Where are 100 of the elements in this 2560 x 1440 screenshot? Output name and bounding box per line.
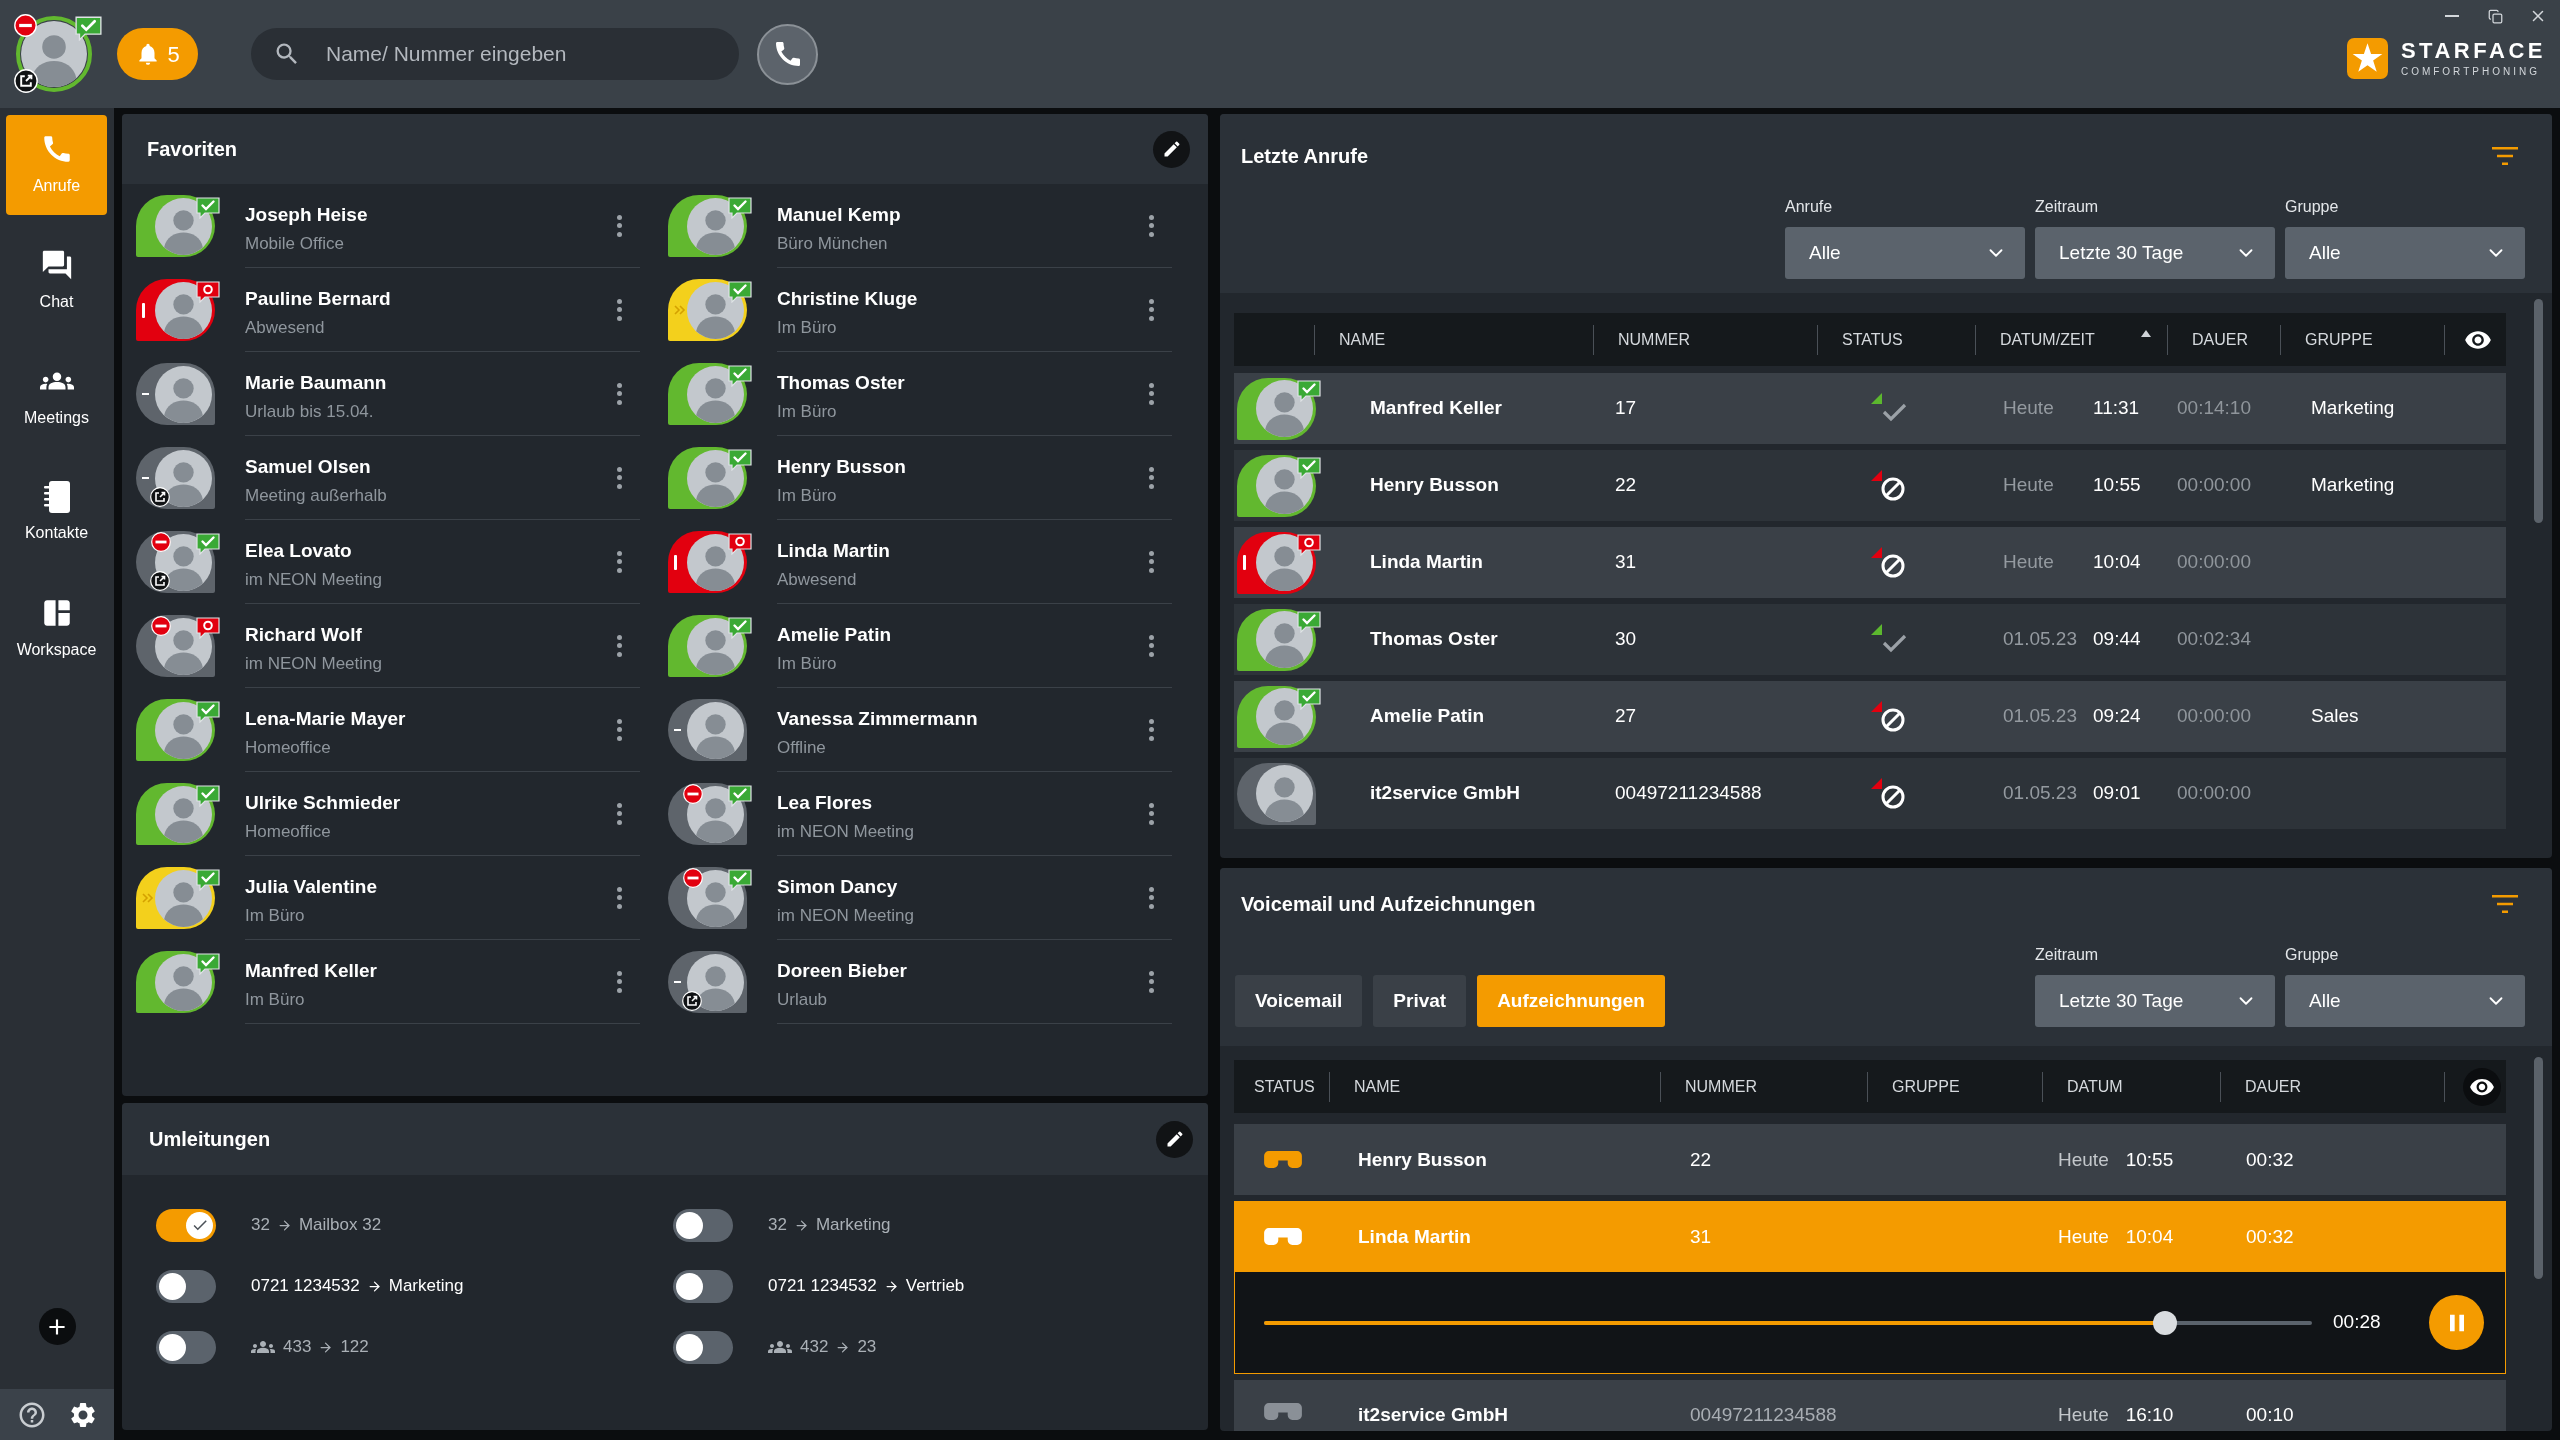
phone-number: 22: [1690, 1147, 1712, 1172]
arrow-right-icon: [835, 1339, 851, 1355]
filter-dropdown[interactable]: Letzte 30 Tage: [2035, 975, 2275, 1027]
vertical-dots-icon: [616, 214, 622, 237]
view-options-button[interactable]: [2463, 1067, 2501, 1106]
call-duration: 00:00:00: [2177, 781, 2251, 806]
contact-status: im NEON Meeting: [777, 821, 914, 843]
contact-name: Vanessa Zimmermann: [777, 707, 978, 731]
vertical-dots-icon: [616, 298, 622, 321]
forward-target: Vertrieb: [905, 1275, 965, 1298]
column-header[interactable]: NUMMER: [1685, 1074, 1757, 1099]
sidebar-item[interactable]: Chat: [6, 231, 107, 331]
column-header[interactable]: DAUER: [2192, 327, 2248, 352]
column-header[interactable]: GRUPPE: [1892, 1074, 1960, 1099]
contact-status: Im Büro: [777, 317, 837, 339]
pause-button[interactable]: [2429, 1295, 2484, 1350]
filter-button[interactable]: [2492, 895, 2518, 913]
dash-mark-icon: [674, 981, 681, 983]
forward-source: 0721 1234532: [251, 1275, 360, 1298]
scrollbar-thumb[interactable]: [2534, 1057, 2543, 1279]
sidebar-item[interactable]: Workspace: [6, 579, 107, 679]
bar-mark-icon: [674, 554, 677, 570]
contact-name: Simon Dancy: [777, 875, 898, 899]
table-row[interactable]: Henry Busson 22 Heute 10:55 00:00:00 Marketing: [1234, 450, 2506, 521]
panel-title: Favoriten: [147, 137, 238, 162]
group-name: Sales: [2311, 704, 2359, 729]
filter-dropdown[interactable]: Letzte 30 Tage: [2035, 227, 2275, 279]
table-row[interactable]: Amelie Patin 27 01.05.23 09:24 00:00:00 Sales: [1234, 681, 2506, 752]
notebook-icon: [43, 481, 70, 513]
double-chevron-icon: [674, 305, 686, 315]
table-row[interactable]: Manfred Keller 17 Heute 11:31 00:14:10 Marketing: [1234, 373, 2506, 444]
tab[interactable]: Privat: [1373, 975, 1467, 1027]
filter-dropdown[interactable]: Alle: [2285, 227, 2525, 279]
toggle-switch[interactable]: [673, 1330, 733, 1364]
column-header[interactable]: STATUS: [1254, 1074, 1315, 1099]
column-header[interactable]: NAME: [1339, 327, 1386, 352]
forward-source: 32: [251, 1214, 270, 1237]
slider-track[interactable]: [1264, 1309, 2312, 1336]
column-header[interactable]: GRUPPE: [2305, 327, 2373, 352]
call-time: 09:01: [2093, 781, 2141, 806]
column-header[interactable]: STATUS: [1842, 327, 1903, 352]
vertical-dots-icon: [616, 634, 622, 657]
person-avatar-icon: [1256, 534, 1313, 591]
column-header[interactable]: DATUM/ZEIT: [2000, 327, 2095, 352]
search-field[interactable]: Name/ Nummer eingeben: [251, 28, 739, 80]
filter-label: Zeitraum: [2035, 197, 2099, 217]
caller-name: Henry Busson: [1358, 1147, 1487, 1172]
call-time: 11:31: [2093, 396, 2140, 421]
phone-number: 22: [1615, 473, 1637, 498]
call-date: Heute: [2058, 1147, 2109, 1172]
call-duration: 00:00:00: [2177, 550, 2251, 575]
call-date: 01.05.23: [2003, 781, 2077, 806]
person-avatar-icon: [155, 953, 212, 1011]
contact-name: Joseph Heise: [245, 203, 368, 227]
vertical-dots-icon: [1148, 382, 1154, 405]
filter-button[interactable]: [2492, 147, 2518, 165]
toggle-switch[interactable]: [673, 1208, 733, 1242]
vertical-dots-icon: [1148, 802, 1154, 825]
toggle-switch[interactable]: [156, 1330, 216, 1364]
tab[interactable]: Voicemail: [1235, 975, 1363, 1027]
sidebar-item[interactable]: Meetings: [6, 347, 107, 447]
table-row[interactable]: Henry Busson 22 Heute 10:55 00:32: [1234, 1124, 2506, 1195]
sidebar-item[interactable]: Kontakte: [6, 463, 107, 563]
person-avatar-icon: [687, 701, 744, 759]
slider-thumb[interactable]: [2153, 1310, 2178, 1335]
logo-name: STARFACE: [2400, 39, 2546, 63]
person-avatar-icon: [155, 785, 212, 843]
contact-name: Elea Lovato: [245, 539, 352, 563]
call-time: 09:44: [2093, 627, 2141, 652]
filter-dropdown[interactable]: Alle: [2285, 975, 2525, 1027]
column-header[interactable]: NAME: [1354, 1074, 1401, 1099]
contact-status: Mobile Office: [245, 233, 344, 255]
table-row[interactable]: it2service GmbH 00497211234588 Heute 16:10 00:10: [1234, 1380, 2506, 1431]
filter-dropdown[interactable]: Alle: [1785, 227, 2025, 279]
contact-status: im NEON Meeting: [777, 905, 914, 927]
minimize-icon: [2445, 15, 2459, 17]
forward-source: 432: [800, 1336, 829, 1359]
contact-name: Lena-Marie Mayer: [245, 707, 406, 731]
toggle-switch[interactable]: [156, 1269, 216, 1303]
caller-name: it2service GmbH: [1370, 781, 1520, 806]
vertical-dots-icon: [1148, 214, 1154, 237]
table-row[interactable]: Thomas Oster 30 01.05.23 09:44 00:02:34: [1234, 604, 2506, 675]
phone-number: 00497211234588: [1615, 781, 1762, 806]
call-date: 01.05.23: [2003, 627, 2077, 652]
column-header[interactable]: DATUM: [2067, 1074, 2123, 1099]
add-button[interactable]: [38, 1308, 76, 1345]
toggle-switch[interactable]: [673, 1269, 733, 1303]
table-row[interactable]: it2service GmbH 00497211234588 01.05.23 09:01 00:00:00: [1234, 758, 2506, 829]
playback-time: 00:28: [2333, 1310, 2381, 1335]
contact-name: Henry Busson: [777, 455, 906, 479]
table-row[interactable]: Linda Martin 31 Heute 10:04 00:00:00: [1234, 527, 2506, 598]
contact-status: Im Büro: [777, 485, 837, 507]
edit-button[interactable]: [1156, 1120, 1193, 1158]
edit-button[interactable]: [1153, 130, 1190, 168]
toggle-switch[interactable]: [156, 1208, 216, 1242]
column-header[interactable]: NUMMER: [1618, 327, 1690, 352]
phone-number: 31: [1690, 1224, 1712, 1249]
contact-status: Im Büro: [245, 989, 305, 1011]
column-header[interactable]: DAUER: [2245, 1074, 2301, 1099]
scrollbar-thumb[interactable]: [2534, 299, 2543, 523]
